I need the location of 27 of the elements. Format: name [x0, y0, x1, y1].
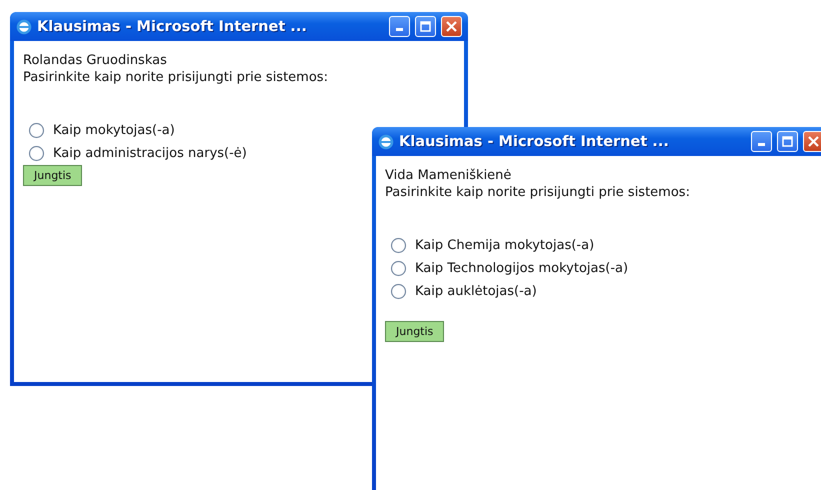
prompt-text: Pasirinkite kaip norite prisijungti prie sistemos: — [385, 184, 691, 201]
maximize-button[interactable] — [777, 131, 798, 152]
radio-option[interactable]: Kaip Chemija mokytojas(-a) — [385, 238, 817, 253]
radio-icon[interactable] — [391, 284, 406, 299]
user-name: Vida Mameniškienė — [385, 167, 512, 184]
prompt-text: Pasirinkite kaip norite prisijungti prie sistemos: — [23, 69, 329, 86]
radio-icon[interactable] — [391, 238, 406, 253]
user-name: Rolandas Gruodinskas — [23, 52, 168, 69]
minimize-button[interactable] — [389, 16, 410, 37]
close-button[interactable] — [441, 16, 462, 37]
radio-icon[interactable] — [29, 123, 44, 138]
radio-icon[interactable] — [391, 261, 406, 276]
connect-button[interactable]: Jungtis — [385, 321, 444, 342]
maximize-button[interactable] — [415, 16, 436, 37]
radio-option[interactable]: Kaip Technologijos mokytojas(-a) — [385, 261, 817, 276]
radio-option[interactable]: Kaip auklėtojas(-a) — [385, 284, 817, 299]
minimize-button[interactable] — [751, 131, 772, 152]
browser-icon — [16, 18, 32, 34]
close-icon — [808, 136, 819, 147]
connect-button[interactable]: Jungtis — [23, 165, 82, 186]
close-button[interactable] — [803, 131, 821, 152]
browser-icon — [378, 134, 394, 150]
maximize-icon — [782, 136, 793, 147]
maximize-icon — [420, 21, 431, 32]
close-icon — [446, 21, 457, 32]
window-title: Klausimas - Microsoft Internet ... — [37, 18, 308, 34]
radio-icon[interactable] — [29, 146, 44, 161]
